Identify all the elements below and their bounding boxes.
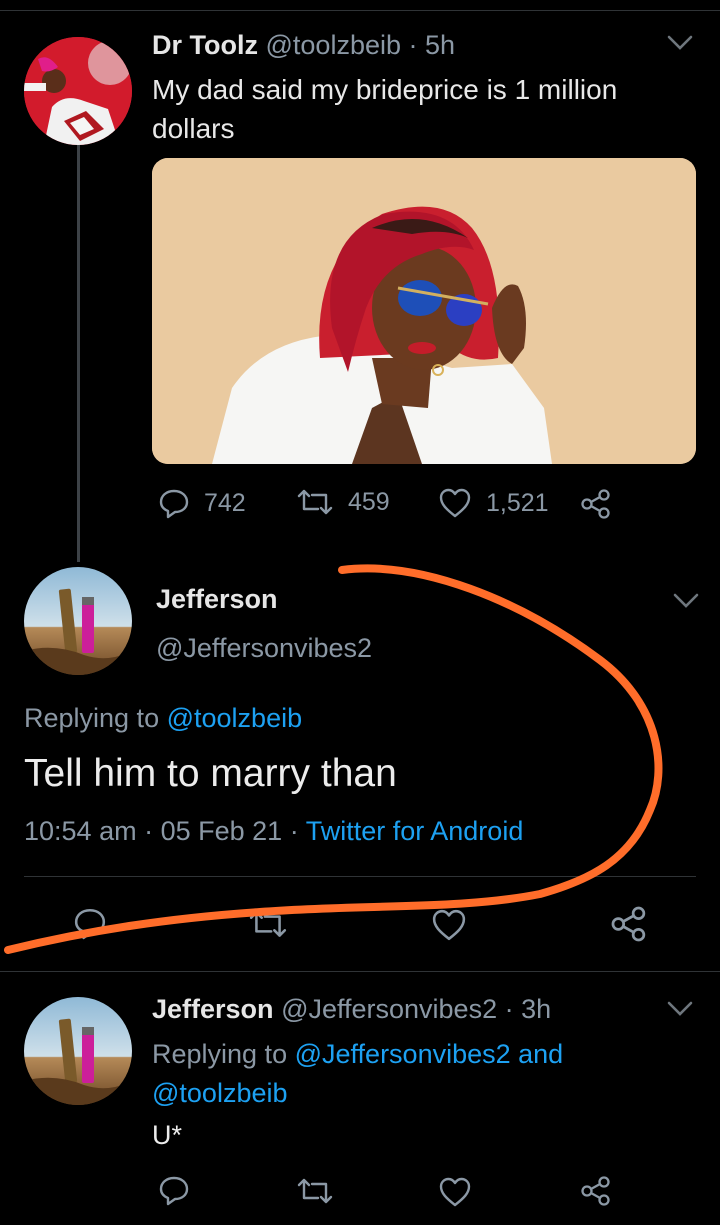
tweet2-retweet-action[interactable] <box>248 908 288 945</box>
tweet3-author-handle[interactable]: @Jeffersonvibes2 <box>281 994 497 1024</box>
tweet2-replying-to: Replying to @toolzbeib <box>24 703 302 734</box>
tweet3-header: Jefferson @Jeffersonvibes2 · 3h <box>152 994 551 1025</box>
share-icon <box>581 489 610 519</box>
tweet2-share-action[interactable] <box>610 906 648 947</box>
tweet1-author-handle[interactable]: @toolzbeib <box>266 30 402 60</box>
tweet3-text: U* <box>152 1120 183 1150</box>
tweet2-time: 10:54 am <box>24 816 137 846</box>
tweet2-like-action[interactable] <box>430 908 468 947</box>
tweet1-retweet-count: 459 <box>348 487 390 516</box>
retweet-icon <box>249 911 287 937</box>
tweet3-replying-to: Replying to @Jeffersonvibes2 and @toolzb… <box>152 1035 672 1113</box>
tweet2-dot2: · <box>289 816 299 846</box>
heart-icon <box>439 1177 471 1207</box>
tweet2-text: Tell him to marry than <box>24 752 397 795</box>
tweet3-like-action[interactable] <box>438 1176 472 1213</box>
tweet2-source[interactable]: Twitter for Android <box>306 816 524 846</box>
tweet3-menu-button[interactable] <box>666 998 694 1024</box>
heart-icon <box>432 909 466 941</box>
tweet3-timestamp[interactable]: 3h <box>521 994 551 1024</box>
replying-to-label: Replying to <box>24 703 160 733</box>
tweet2-author-handle[interactable]: @Jeffersonvibes2 <box>156 633 372 664</box>
tweet2-date: 05 Feb 21 <box>160 816 283 846</box>
replying-to-label: Replying to <box>152 1039 288 1069</box>
tweet1-like-count: 1,521 <box>486 488 549 517</box>
avatar-image <box>24 567 132 675</box>
tweet2-menu-button[interactable] <box>672 590 700 616</box>
tweet3-reply-action[interactable] <box>158 1174 190 1211</box>
tweet3-dot: · <box>504 994 514 1024</box>
heart-icon <box>439 488 471 518</box>
tweet1-timestamp[interactable]: 5h <box>425 30 455 60</box>
tweet1-header: Dr Toolz @toolzbeib · 5h <box>152 30 455 61</box>
avatar-jefferson-reply[interactable] <box>24 997 132 1105</box>
tweet1-retweet-action[interactable]: 459 <box>296 487 390 517</box>
replying-to-handle-2[interactable]: @toolzbeib <box>152 1078 288 1108</box>
reply-icon <box>74 908 106 940</box>
tweet2-meta: 10:54 am · 05 Feb 21 · Twitter for Andro… <box>24 816 523 847</box>
tweet3-author-name[interactable]: Jefferson <box>152 994 274 1024</box>
tweet3-retweet-action[interactable] <box>296 1176 334 1211</box>
avatar-jefferson[interactable] <box>24 567 132 675</box>
tweet2-author-name[interactable]: Jefferson <box>156 584 278 615</box>
tweet1-author-name[interactable]: Dr Toolz <box>152 30 258 60</box>
replying-to-handles[interactable]: @Jeffersonvibes2 and <box>295 1039 564 1069</box>
chevron-down-icon <box>673 593 699 608</box>
share-icon <box>581 1176 610 1206</box>
avatar-image <box>24 37 132 145</box>
tweet1-reply-action[interactable]: 742 <box>158 487 246 519</box>
chevron-down-icon <box>667 35 693 50</box>
avatar-dr-toolz[interactable] <box>24 37 132 145</box>
tweet2-reply-action[interactable] <box>72 906 108 945</box>
retweet-icon <box>297 1178 333 1204</box>
top-divider <box>0 10 720 11</box>
tweet1-dot: · <box>408 30 418 60</box>
avatar-image <box>24 997 132 1105</box>
replying-to-handle[interactable]: @toolzbeib <box>167 703 303 733</box>
tweet2-meta-divider <box>24 876 696 877</box>
tweet1-media-image[interactable] <box>152 158 696 464</box>
retweet-icon <box>297 489 333 515</box>
tweet1-like-action[interactable]: 1,521 <box>438 487 549 519</box>
share-icon <box>611 906 646 942</box>
reply-icon <box>159 489 189 519</box>
tweet2-dot1: · <box>144 816 154 846</box>
chevron-down-icon <box>667 1001 693 1016</box>
tweet1-text: My dad said my brideprice is 1 million d… <box>152 74 618 144</box>
reply-icon <box>159 1176 189 1206</box>
tweet1-menu-button[interactable] <box>666 32 694 58</box>
tweet3-share-action[interactable] <box>580 1176 612 1211</box>
tweet1-reply-count: 742 <box>204 488 246 517</box>
tweet1-share-action[interactable] <box>580 489 612 524</box>
thread-connector-line <box>77 120 80 562</box>
photo-woman-sunglasses <box>152 158 696 464</box>
tweet2-bottom-divider <box>0 971 720 972</box>
